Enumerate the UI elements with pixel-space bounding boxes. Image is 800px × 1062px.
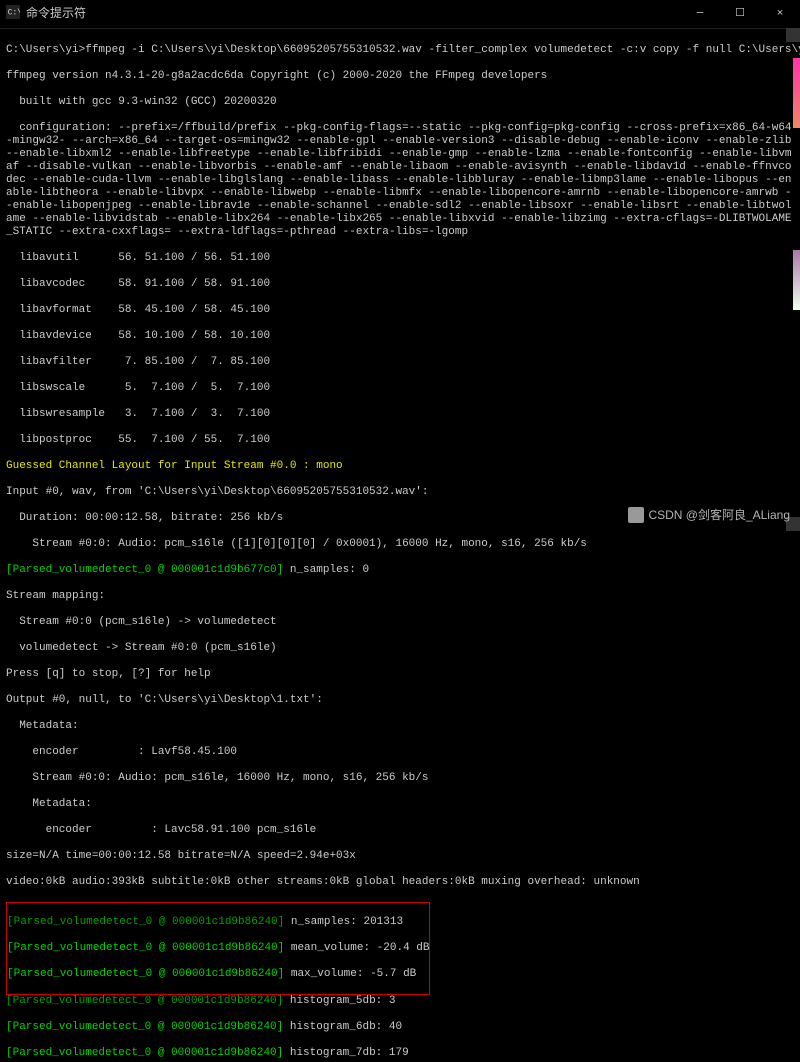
- parsed-line: [Parsed_volumedetect_0 @ 000001c1d9b8624…: [6, 1021, 794, 1034]
- csdn-logo-icon: [628, 507, 644, 523]
- right-edge-deco: [793, 58, 800, 128]
- parsed-line: [Parsed_volumedetect_0 @ 000001c1d9b8624…: [7, 942, 429, 955]
- parsed-line: [Parsed_volumedetect_0 @ 000001c1d9b8624…: [6, 1047, 794, 1060]
- terminal[interactable]: C:\Users\yi>ffmpeg -i C:\Users\yi\Deskto…: [0, 29, 800, 1062]
- lib-line: libavdevice 58. 10.100 / 58. 10.100: [6, 330, 794, 343]
- lib-line: libavcodec 58. 91.100 / 58. 91.100: [6, 278, 794, 291]
- svg-text:C:\: C:\: [8, 9, 20, 18]
- version-line: ffmpeg version n4.3.1-20-g8a2acdc6da Cop…: [6, 70, 794, 83]
- lib-line: libpostproc 55. 7.100 / 55. 7.100: [6, 434, 794, 447]
- map-line: volumedetect -> Stream #0:0 (pcm_s16le): [6, 642, 794, 655]
- map-line: Stream mapping:: [6, 590, 794, 603]
- map-line: Stream #0:0 (pcm_s16le) -> volumedetect: [6, 616, 794, 629]
- input-line: Stream #0:0: Audio: pcm_s16le ([1][0][0]…: [6, 538, 794, 551]
- maximize-button[interactable]: ☐: [720, 0, 760, 28]
- guess-line: Guessed Channel Layout for Input Stream …: [6, 460, 794, 473]
- size-line: size=N/A time=00:00:12.58 bitrate=N/A sp…: [6, 850, 794, 863]
- close-button[interactable]: ×: [760, 0, 800, 28]
- output-line: Stream #0:0: Audio: pcm_s16le, 16000 Hz,…: [6, 772, 794, 785]
- output-line: Metadata:: [6, 720, 794, 733]
- output-line: encoder : Lavc58.91.100 pcm_s16le: [6, 824, 794, 837]
- output-line: Output #0, null, to 'C:\Users\yi\Desktop…: [6, 694, 794, 707]
- window-title: 命令提示符: [26, 8, 86, 21]
- parsed-line: [Parsed_volumedetect_0 @ 000001c1d9b677c…: [6, 564, 794, 577]
- cmd-icon: C:\: [6, 5, 20, 23]
- output-line: Metadata:: [6, 798, 794, 811]
- highlight-box: [Parsed_volumedetect_0 @ 000001c1d9b8624…: [6, 902, 430, 995]
- scroll-up-button[interactable]: [786, 28, 800, 42]
- video-line: video:0kB audio:393kB subtitle:0kB other…: [6, 876, 794, 889]
- input-line: Input #0, wav, from 'C:\Users\yi\Desktop…: [6, 486, 794, 499]
- config-line: configuration: --prefix=/ffbuild/prefix …: [6, 122, 794, 239]
- lib-line: libswresample 3. 7.100 / 3. 7.100: [6, 408, 794, 421]
- lib-line: libswscale 5. 7.100 / 5. 7.100: [6, 382, 794, 395]
- built-line: built with gcc 9.3-win32 (GCC) 20200320: [6, 96, 794, 109]
- parsed-line: [Parsed_volumedetect_0 @ 000001c1d9b8624…: [7, 968, 429, 981]
- title-left: C:\ 命令提示符: [0, 5, 86, 23]
- output-line: encoder : Lavf58.45.100: [6, 746, 794, 759]
- lib-line: libavfilter 7. 85.100 / 7. 85.100: [6, 356, 794, 369]
- watermark: CSDN @剑客阿良_ALiang: [628, 507, 790, 523]
- lib-line: libavformat 58. 45.100 / 58. 45.100: [6, 304, 794, 317]
- parsed-line: [Parsed_volumedetect_0 @ 000001c1d9b8624…: [6, 995, 794, 1008]
- window-controls: ─ ☐ ×: [680, 0, 800, 28]
- lib-line: libavutil 56. 51.100 / 56. 51.100: [6, 252, 794, 265]
- right-edge-deco: [793, 250, 800, 310]
- press-line: Press [q] to stop, [?] for help: [6, 668, 794, 681]
- minimize-button[interactable]: ─: [680, 0, 720, 28]
- title-bar: C:\ 命令提示符 ─ ☐ ×: [0, 0, 800, 29]
- command-line: C:\Users\yi>ffmpeg -i C:\Users\yi\Deskto…: [6, 44, 794, 57]
- parsed-line: [Parsed_volumedetect_0 @ 000001c1d9b8624…: [7, 916, 429, 929]
